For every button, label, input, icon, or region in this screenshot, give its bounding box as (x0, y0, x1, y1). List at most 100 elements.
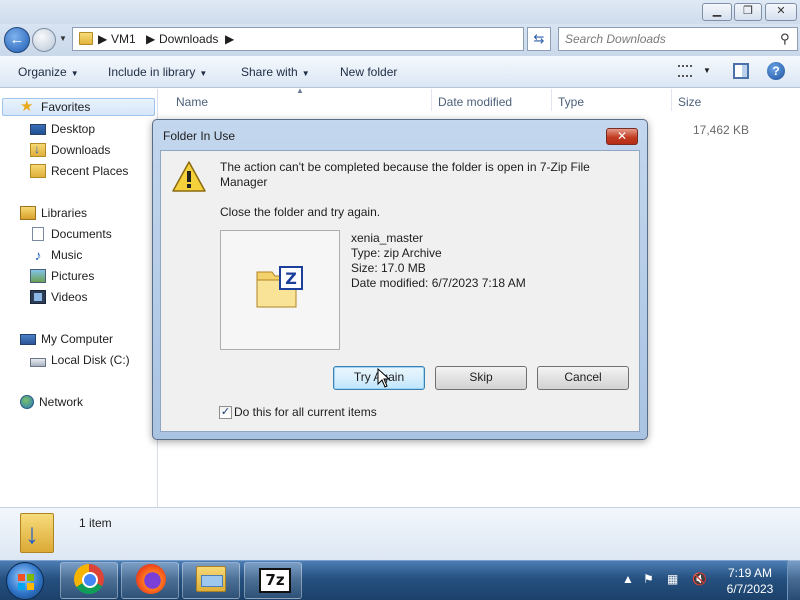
7zip-icon: 7z (259, 568, 291, 593)
downloads-folder-icon (20, 513, 54, 553)
file-size-cell: 17,462 KB (693, 123, 750, 137)
nav-item-label: Libraries (41, 206, 88, 220)
sort-ascending-icon: ▲ (296, 86, 304, 95)
skip-button[interactable]: Skip (435, 366, 527, 390)
history-chevron-down-icon[interactable]: ▼ (59, 34, 67, 43)
organize-button[interactable]: Organize ▼ (18, 65, 79, 79)
change-view-icon[interactable] (678, 65, 692, 77)
network-status-icon[interactable]: ▦ (667, 572, 678, 586)
nav-item-libraries[interactable]: Libraries (20, 204, 87, 222)
videos-icon (30, 290, 46, 304)
folder-icon (79, 32, 93, 45)
column-header-type[interactable]: Type (558, 95, 584, 109)
taskbar (0, 560, 800, 600)
network-icon (20, 395, 34, 409)
breadcrumb-vm1[interactable]: VM1 (111, 32, 136, 46)
help-icon[interactable]: ? (767, 62, 785, 80)
libraries-icon (20, 206, 36, 220)
nav-item-label: Documents (51, 227, 112, 241)
taskbar-clock[interactable]: 7:19 AM 6/7/2023 (722, 565, 778, 597)
dialog-instruction: Close the folder and try again. (220, 205, 381, 219)
nav-item-documents[interactable]: Documents (30, 225, 112, 243)
volume-muted-icon[interactable]: 🔇 (692, 572, 707, 586)
nav-item-label: Network (39, 395, 84, 409)
svg-text:Z: Z (285, 269, 297, 288)
column-divider[interactable] (671, 89, 672, 111)
warning-icon (172, 161, 206, 192)
chevron-down-icon: ▼ (199, 69, 208, 78)
share-with-button[interactable]: Share with ▼ (241, 65, 310, 79)
address-bar[interactable]: ▶ VM1 ▶ Downloads ▶ ▼ (72, 27, 592, 51)
preview-pane-icon[interactable] (733, 63, 749, 79)
file-type: Type: zip Archive (351, 246, 442, 260)
view-chevron-down-icon[interactable]: ▼ (703, 66, 711, 75)
breadcrumb-separator-icon[interactable]: ▶ (225, 32, 234, 46)
search-icon[interactable]: ⚲ (780, 31, 790, 47)
column-header-date-modified[interactable]: Date modified (438, 95, 512, 109)
downloads-folder-icon (30, 142, 46, 157)
apply-to-all-label[interactable]: Do this for all current items (234, 405, 377, 419)
7zip-archive-icon: Z (256, 266, 303, 308)
include-in-library-label: Include in library (108, 65, 196, 79)
clock-date: 6/7/2023 (726, 582, 774, 596)
nav-item-label: Favorites (41, 100, 91, 114)
nav-item-label: Music (51, 248, 83, 262)
back-arrow-icon[interactable]: ← (4, 27, 30, 53)
forward-arrow-icon[interactable] (32, 28, 56, 52)
pictures-icon (30, 269, 46, 283)
nav-item-label: Downloads (51, 143, 111, 157)
refresh-icon[interactable]: ⇆ (527, 27, 551, 51)
dialog-message: The action can't be completed because th… (220, 160, 590, 189)
column-divider[interactable] (551, 89, 552, 111)
nav-item-label: Local Disk (C:) (51, 353, 130, 367)
window-titlebar (0, 0, 800, 24)
file-size: Size: 17.0 MB (351, 261, 426, 275)
column-header-name[interactable]: Name (176, 95, 208, 109)
nav-item-my-computer[interactable]: My Computer (20, 330, 113, 348)
new-folder-button[interactable]: New folder (340, 65, 397, 79)
show-desktop-button[interactable] (787, 560, 800, 600)
nav-item-recent-places[interactable]: Recent Places (30, 162, 128, 180)
cancel-button[interactable]: Cancel (537, 366, 629, 390)
breadcrumb-downloads[interactable]: Downloads (159, 32, 218, 46)
nav-item-music[interactable]: ♪ Music (30, 246, 83, 264)
music-note-icon: ♪ (34, 247, 42, 263)
search-input[interactable] (565, 31, 770, 47)
dialog-title: Folder In Use (163, 129, 236, 143)
search-box[interactable]: ⚲ (558, 27, 798, 51)
window-close-button[interactable]: ✕ (765, 3, 797, 21)
documents-icon (32, 227, 44, 241)
computer-icon (20, 333, 36, 345)
nav-item-desktop[interactable]: Desktop (30, 120, 95, 138)
chrome-icon (74, 564, 104, 594)
apply-to-all-checkbox[interactable]: ✓ (219, 406, 232, 419)
column-header-size[interactable]: Size (678, 95, 701, 109)
item-count: 1 item (79, 516, 112, 530)
firefox-icon (136, 564, 166, 594)
nav-item-network[interactable]: Network (20, 393, 83, 411)
star-icon: ★ (20, 98, 34, 115)
show-hidden-icons-chevron-up-icon[interactable]: ▲ (622, 572, 634, 586)
details-pane (0, 507, 800, 560)
mouse-pointer-icon (377, 368, 391, 388)
start-button[interactable] (6, 562, 44, 600)
breadcrumb-separator-icon[interactable]: ▶ (146, 32, 155, 46)
column-divider[interactable] (431, 89, 432, 111)
maximize-button[interactable]: ❐ (734, 3, 762, 21)
file-explorer-icon (196, 566, 226, 592)
chevron-down-icon: ▼ (70, 69, 79, 78)
nav-item-label: Recent Places (51, 164, 129, 178)
nav-item-favorites[interactable]: ★ Favorites (2, 98, 155, 116)
organize-label: Organize (18, 65, 67, 79)
nav-item-downloads[interactable]: Downloads (30, 141, 110, 159)
chevron-down-icon: ▼ (301, 69, 310, 78)
nav-item-pictures[interactable]: Pictures (30, 267, 94, 285)
nav-item-videos[interactable]: Videos (30, 288, 87, 306)
action-center-flag-icon[interactable]: ⚑ (643, 572, 654, 586)
nav-item-local-disk[interactable]: Local Disk (C:) (30, 351, 130, 369)
include-in-library-button[interactable]: Include in library ▼ (108, 65, 207, 79)
dialog-close-button[interactable]: ✕ (606, 128, 638, 145)
breadcrumb-separator-icon[interactable]: ▶ (98, 32, 107, 46)
minimize-button[interactable]: ▁ (702, 3, 732, 21)
desktop-icon (30, 124, 46, 135)
